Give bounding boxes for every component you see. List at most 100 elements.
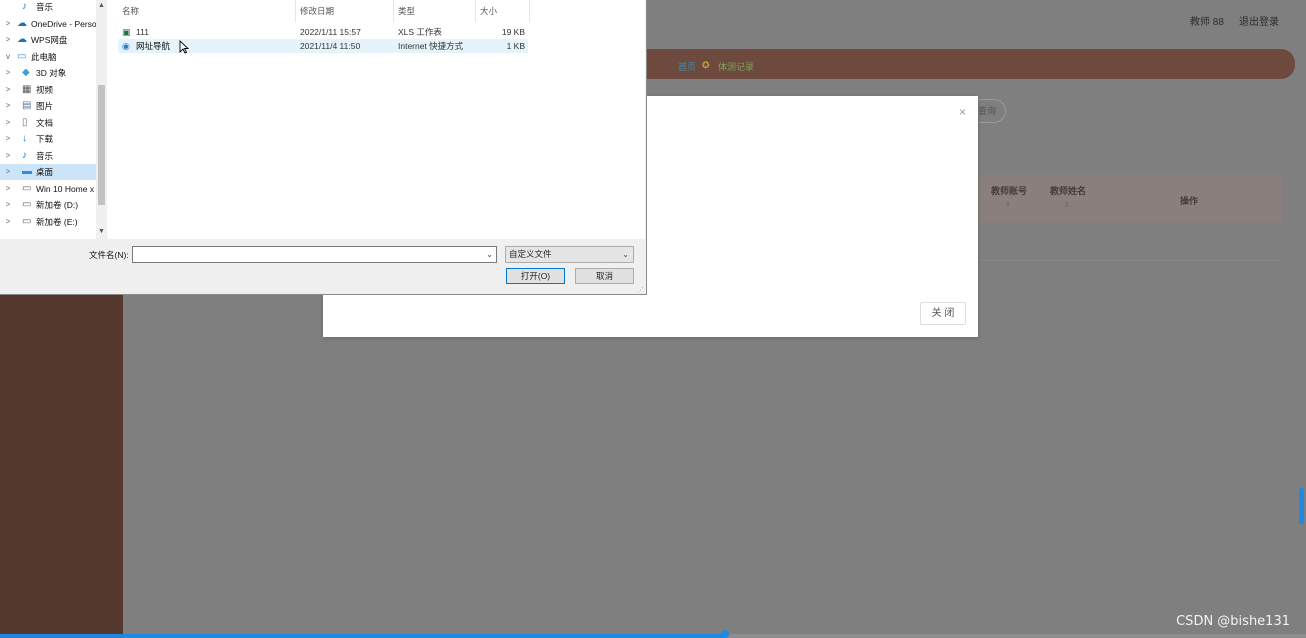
user-label: 教师 88 xyxy=(1190,17,1224,28)
nav-item[interactable]: > ▭ 新加卷 (E:) xyxy=(0,214,96,230)
table-header: 教师账号 ⇕ 教师姓名 ⇕ 操作 xyxy=(965,175,1282,223)
chevron-down-icon[interactable]: ⌄ xyxy=(486,250,493,259)
resize-grip-icon[interactable]: ⋰ xyxy=(637,286,644,294)
nav-item-label: 音乐 xyxy=(36,150,54,161)
document-icon: ▯ xyxy=(22,116,28,128)
file-type: Internet 快捷方式 xyxy=(398,41,464,51)
nav-item-label: 此电脑 xyxy=(31,51,57,62)
nav-item-label: 音乐 xyxy=(36,2,54,12)
file-size: 1 KB xyxy=(506,41,525,51)
column-type[interactable]: 类型 xyxy=(394,0,476,22)
chevron-right-icon[interactable]: > xyxy=(4,65,12,81)
close-icon[interactable]: × xyxy=(959,105,966,119)
breadcrumb-current: 体测记录 xyxy=(718,62,755,72)
watermark: CSDN @bishe131 xyxy=(1176,614,1290,629)
nav-item[interactable]: > ◆ 3D 对象 xyxy=(0,65,96,81)
music-icon: ♪ xyxy=(22,149,27,161)
column-teacher-name[interactable]: 教师姓名 xyxy=(1050,184,1086,197)
nav-item-label: 新加卷 (D:) xyxy=(36,200,79,210)
nav-item[interactable]: > ↓ 下载 xyxy=(0,131,96,147)
nav-item-label: 文档 xyxy=(36,117,54,128)
nav-item-label: 视频 xyxy=(36,84,54,95)
nav-item-label: OneDrive - Perso xyxy=(31,18,96,29)
nav-item-label: 新加卷 (E:) xyxy=(36,216,78,227)
file-open-dialog: ♪ 音乐 > ☁ OneDrive - Perso > ☁ WPS网盘 v ▭ 此电脑 > ◆ 3D 对象… xyxy=(0,0,647,295)
sort-icon[interactable]: ⇕ xyxy=(1005,201,1011,209)
chevron-right-icon[interactable]: > xyxy=(4,98,12,114)
filename-input[interactable]: ⌄ xyxy=(132,246,497,263)
chevron-down-icon: ⌄ xyxy=(622,250,629,259)
nav-item-label: 图片 xyxy=(36,101,54,111)
chevron-right-icon[interactable]: > xyxy=(4,214,12,230)
internet-shortcut-icon: ◉ xyxy=(122,41,130,51)
column-modified[interactable]: 修改日期 xyxy=(296,0,394,22)
navigation-pane: ♪ 音乐 > ☁ OneDrive - Perso > ☁ WPS网盘 v ▭ 此电脑 > ◆ 3D 对象… xyxy=(0,0,107,239)
chevron-right-icon[interactable]: > xyxy=(4,115,12,131)
open-button[interactable]: 打开(O) xyxy=(506,268,565,284)
filename-label: 文件名(N): xyxy=(89,250,129,260)
desktop-icon: ▬ xyxy=(22,166,32,177)
nav-item-label: 3D 对象 xyxy=(36,68,67,78)
filetype-value: 自定义文件 xyxy=(509,249,552,259)
chevron-down-icon[interactable]: v xyxy=(4,49,12,65)
spreadsheet-icon: ▣ xyxy=(122,27,131,37)
nav-item[interactable]: > ▭ 新加卷 (D:) xyxy=(0,197,96,213)
file-type: XLS 工作表 xyxy=(398,27,442,37)
chevron-right-icon[interactable]: > xyxy=(4,148,12,164)
sort-icon[interactable]: ⇕ xyxy=(1064,201,1070,209)
picture-icon: ▤ xyxy=(22,100,32,111)
chevron-right-icon[interactable]: > xyxy=(4,197,12,213)
download-icon: ↓ xyxy=(22,133,27,144)
computer-icon: ▭ xyxy=(17,50,27,62)
drive-icon: ▭ xyxy=(22,199,32,210)
column-actions: 操作 xyxy=(1180,196,1199,206)
chevron-right-icon[interactable]: > xyxy=(4,164,12,180)
logout-link[interactable]: 退出登录 xyxy=(1239,13,1279,28)
chevron-right-icon[interactable]: > xyxy=(4,181,12,197)
nav-item[interactable]: v ▭ 此电脑 xyxy=(0,49,96,65)
nav-item[interactable]: > ▦ 视频 xyxy=(0,82,96,98)
nav-item[interactable]: ♪ 音乐 xyxy=(0,0,96,15)
nav-scrollbar-thumb[interactable] xyxy=(98,85,105,205)
star-icon: ✪ xyxy=(702,60,710,70)
file-modified: 2022/1/11 15:57 xyxy=(300,27,361,37)
scrollbar-thumb[interactable] xyxy=(1299,488,1304,524)
video-progress-handle[interactable] xyxy=(720,630,729,638)
file-modified: 2021/11/4 11:50 xyxy=(300,41,361,51)
breadcrumb-home[interactable]: 首页 xyxy=(678,60,696,73)
cancel-button[interactable]: 取消 xyxy=(575,268,634,284)
close-button[interactable]: 关 闭 xyxy=(920,302,966,325)
nav-item[interactable]: > ▭ Win 10 Home x xyxy=(0,181,96,197)
drive-icon: ▭ xyxy=(22,215,32,227)
scroll-down-icon[interactable]: ▼ xyxy=(98,228,105,235)
chevron-right-icon[interactable]: > xyxy=(4,16,12,32)
cube-icon: ◆ xyxy=(22,67,30,78)
nav-item[interactable]: > ▤ 图片 xyxy=(0,98,96,114)
file-size: 19 KB xyxy=(501,27,525,37)
chevron-right-icon[interactable]: > xyxy=(4,131,12,147)
nav-item-label: WPS网盘 xyxy=(31,35,68,45)
file-name: 111 xyxy=(136,27,149,37)
chevron-right-icon[interactable]: > xyxy=(4,82,12,98)
scroll-up-icon[interactable]: ▲ xyxy=(98,2,105,9)
video-progress-fill xyxy=(0,634,725,638)
video-icon: ▦ xyxy=(22,83,32,95)
cloud-icon: ☁ xyxy=(17,34,27,45)
cloud-icon: ☁ xyxy=(17,17,27,29)
chevron-right-icon[interactable]: > xyxy=(4,32,12,48)
nav-item[interactable]: > ☁ OneDrive - Perso xyxy=(0,16,96,32)
nav-item[interactable]: > ☁ WPS网盘 xyxy=(0,32,96,48)
nav-item[interactable]: > ▯ 文档 xyxy=(0,115,96,131)
drive-icon: ▭ xyxy=(22,182,32,194)
filetype-select[interactable]: 自定义文件 ⌄ xyxy=(505,246,634,263)
column-name[interactable]: 名称 xyxy=(118,0,296,22)
nav-item[interactable]: > ♪ 音乐 xyxy=(0,148,96,164)
column-size[interactable]: 大小 xyxy=(476,0,530,22)
table-row xyxy=(965,223,1282,261)
file-row[interactable]: ▣ 111 2022/1/11 15:57 XLS 工作表 19 KB xyxy=(118,25,528,39)
column-teacher-account[interactable]: 教师账号 xyxy=(991,184,1027,197)
nav-item[interactable]: > ▬ 桌面 xyxy=(0,164,96,180)
file-name: 网址导航 xyxy=(136,41,171,51)
mouse-cursor-icon xyxy=(179,40,189,54)
music-icon: ♪ xyxy=(22,1,27,12)
